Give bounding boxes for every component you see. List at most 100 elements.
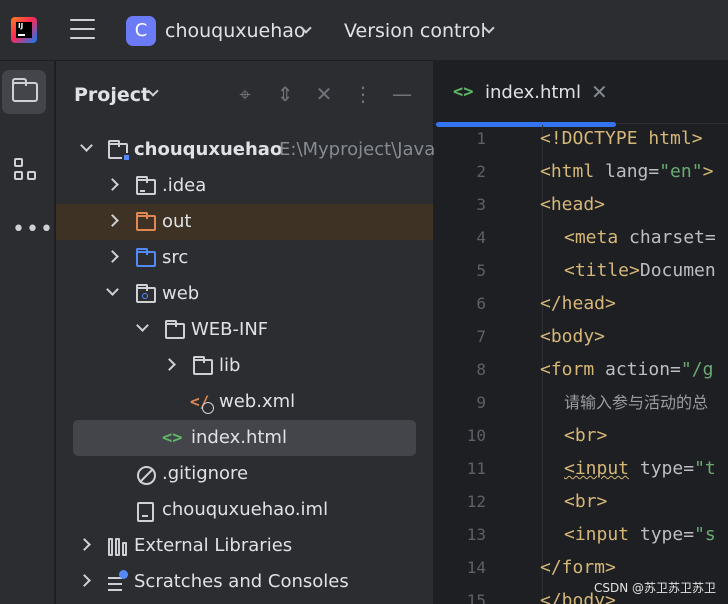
tree-row-gitignore[interactable]: .gitignore bbox=[56, 456, 433, 492]
code-attr: type= bbox=[629, 524, 695, 545]
tree-label: src bbox=[162, 247, 189, 268]
code-attr: charset= bbox=[618, 227, 716, 248]
editor-tab-bar: <> index.html ✕ bbox=[434, 61, 728, 127]
code-line: <head> bbox=[540, 194, 605, 216]
code-line: <br> bbox=[564, 425, 607, 447]
tree-label: lib bbox=[219, 355, 241, 376]
code-string: "/g bbox=[680, 359, 714, 380]
tree-row-webinf[interactable]: WEB-INF bbox=[56, 312, 433, 348]
tree-row-webxml[interactable]: </ web.xml bbox=[56, 384, 433, 420]
line-number: 8 bbox=[476, 360, 486, 379]
line-number: 5 bbox=[476, 261, 486, 280]
tree-row-root[interactable]: chouquxuehao E:\Myproject\Java bbox=[56, 132, 436, 168]
code-attr: action= bbox=[594, 359, 681, 380]
code-tag: <br> bbox=[564, 425, 608, 446]
code-attr: lang= bbox=[594, 161, 660, 182]
chevron-right-icon[interactable] bbox=[106, 250, 119, 263]
tree-label: Scratches and Consoles bbox=[134, 571, 349, 592]
code-tag: <meta bbox=[564, 227, 619, 248]
code-text: Documen bbox=[639, 260, 716, 281]
code-string: "t bbox=[694, 458, 716, 479]
options-icon[interactable]: ⋮ bbox=[352, 83, 374, 105]
chevron-down-icon[interactable] bbox=[136, 319, 149, 332]
code-tag: </head> bbox=[540, 293, 616, 314]
project-tool-button[interactable] bbox=[2, 70, 46, 114]
module-file-icon bbox=[137, 502, 154, 522]
folder-icon bbox=[193, 356, 213, 375]
tree-label: index.html bbox=[191, 427, 287, 448]
project-panel: Project ⌖ ⇕ ✕ ⋮ — chouquxuehao E:\Myproj… bbox=[56, 61, 436, 604]
code-string: "s bbox=[694, 524, 716, 545]
scratches-icon bbox=[108, 570, 128, 592]
tree-row-out[interactable]: out bbox=[56, 204, 433, 240]
tree-label: out bbox=[162, 211, 192, 232]
tree-label: WEB-INF bbox=[191, 319, 269, 340]
code-tag: > bbox=[702, 161, 714, 182]
ignore-file-icon bbox=[137, 466, 156, 485]
line-number: 11 bbox=[466, 459, 486, 478]
tree-label: web bbox=[162, 283, 200, 304]
project-switcher[interactable]: chouquxuehao bbox=[165, 19, 306, 43]
structure-tool-button[interactable] bbox=[2, 146, 46, 190]
tree-row-web[interactable]: web bbox=[56, 276, 433, 312]
line-number: 2 bbox=[476, 162, 486, 181]
code-line: </head> bbox=[540, 293, 616, 315]
collapse-all-icon[interactable]: ✕ bbox=[313, 83, 335, 105]
line-number: 9 bbox=[476, 393, 486, 412]
code-line: <form action="/g bbox=[540, 359, 713, 381]
tree-row-external-libraries[interactable]: External Libraries bbox=[56, 528, 433, 564]
html-file-icon: <> bbox=[453, 82, 474, 102]
hide-panel-icon[interactable]: — bbox=[391, 83, 413, 105]
chevron-down-icon[interactable] bbox=[106, 283, 119, 296]
folder-icon bbox=[136, 176, 156, 195]
close-icon[interactable]: ✕ bbox=[591, 80, 608, 104]
version-control-menu[interactable]: Version control bbox=[344, 19, 486, 43]
code-tag: <body> bbox=[540, 326, 606, 347]
code-editor[interactable]: <!DOCTYPE html> <html lang="en"> <head> … bbox=[540, 125, 728, 604]
excluded-folder-icon bbox=[136, 212, 156, 231]
line-number: 6 bbox=[476, 294, 486, 313]
code-line: <html lang="en"> bbox=[540, 161, 713, 183]
chevron-right-icon[interactable] bbox=[78, 538, 91, 551]
more-tools-button[interactable]: ••• bbox=[2, 206, 53, 250]
tree-row-iml[interactable]: chouquxuehao.iml bbox=[56, 492, 433, 528]
tree-label: chouquxuehao bbox=[134, 139, 283, 160]
chevron-right-icon[interactable] bbox=[78, 574, 91, 587]
web-folder-icon bbox=[136, 284, 156, 303]
structure-icon bbox=[14, 158, 38, 182]
main-menu-icon[interactable] bbox=[70, 19, 95, 41]
tree-row-index[interactable]: <> index.html bbox=[73, 420, 416, 456]
chevron-right-icon[interactable] bbox=[163, 358, 176, 371]
code-line: <title>Documen bbox=[564, 260, 716, 282]
panel-header: Project ⌖ ⇕ ✕ ⋮ — bbox=[56, 61, 433, 129]
line-number: 10 bbox=[466, 426, 486, 445]
expand-all-icon[interactable]: ⇕ bbox=[274, 83, 296, 105]
intellij-logo-icon[interactable]: IJ bbox=[11, 17, 37, 43]
code-tag: <br> bbox=[564, 491, 608, 512]
chevron-right-icon[interactable] bbox=[106, 178, 119, 191]
tree-path: E:\Myproject\Java bbox=[279, 139, 436, 160]
locate-icon[interactable]: ⌖ bbox=[234, 83, 256, 105]
line-number: 14 bbox=[466, 558, 486, 577]
tree-row-lib[interactable]: lib bbox=[56, 348, 433, 384]
tree-row-src[interactable]: src bbox=[56, 240, 433, 276]
html-file-icon: <> bbox=[162, 428, 183, 448]
chevron-right-icon[interactable] bbox=[106, 214, 119, 227]
tree-label: External Libraries bbox=[134, 535, 293, 556]
line-number: 4 bbox=[476, 228, 486, 247]
tree-row-idea[interactable]: .idea bbox=[56, 168, 433, 204]
code-tag: <input bbox=[564, 458, 630, 479]
panel-title[interactable]: Project bbox=[74, 83, 150, 107]
libraries-icon bbox=[108, 538, 128, 556]
code-tag: </form> bbox=[540, 557, 616, 578]
module-folder-icon bbox=[108, 140, 131, 162]
tab-index-html[interactable]: <> index.html ✕ bbox=[434, 61, 619, 127]
line-number: 7 bbox=[476, 327, 486, 346]
chevron-down-icon[interactable] bbox=[80, 139, 93, 152]
tree-label: .idea bbox=[162, 175, 207, 196]
code-attr: type= bbox=[629, 458, 695, 479]
line-number: 13 bbox=[466, 525, 486, 544]
code-line: <br> bbox=[564, 491, 607, 513]
tree-row-scratches[interactable]: Scratches and Consoles bbox=[56, 564, 433, 600]
project-badge-icon[interactable]: C bbox=[126, 16, 156, 46]
